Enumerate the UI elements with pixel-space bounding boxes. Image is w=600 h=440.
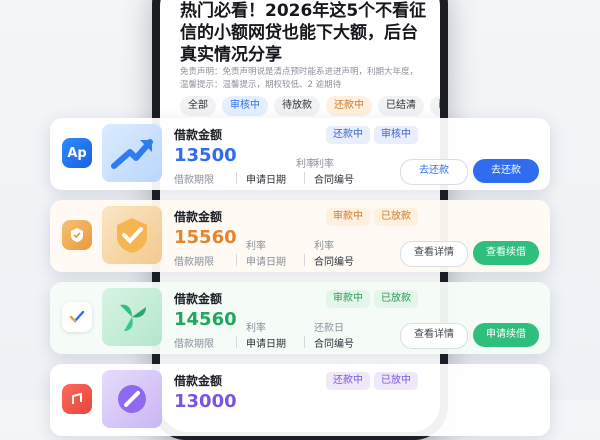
contract-no-label: 合同编号 bbox=[314, 339, 354, 350]
status-badge: 已放款 bbox=[374, 290, 418, 308]
filter-pending-disbursement[interactable]: 待放款 bbox=[274, 96, 320, 116]
filter-repaying[interactable]: 还款中 bbox=[326, 96, 372, 116]
status-badge: 已放款 bbox=[374, 208, 418, 226]
filter-all[interactable]: 全部 bbox=[180, 96, 216, 116]
app-icon-label: Ap bbox=[67, 145, 87, 161]
apply-date-label: 申请日期 bbox=[246, 257, 286, 268]
warm-tip-line: 温馨提示：温馨提示，期权较低、2 逾期待 bbox=[180, 80, 342, 90]
loan-card[interactable]: 借款金额 15560 利率 利率 借款期限 申请日期 合同编号 审款中 已放款 … bbox=[50, 200, 550, 272]
loan-term-label: 借款期限 bbox=[174, 175, 214, 186]
loan-amount-label: 借款金额 bbox=[174, 374, 223, 388]
filter-overdue[interactable]: 已逾 bbox=[430, 96, 440, 116]
check-app-icon bbox=[62, 302, 92, 332]
article-headline: 热门必看！2026年这5个不看征信的小额网贷也能下大额，后台真实情况分享 bbox=[180, 1, 427, 65]
view-details-button[interactable]: 查看详情 bbox=[400, 241, 468, 267]
interest-rate-label: 利率 bbox=[296, 159, 316, 170]
interest-rate-label-2: 利率 bbox=[314, 241, 334, 252]
loan-card[interactable]: 借款金额 13000 还款中 已放中 bbox=[50, 364, 550, 436]
loan-amount-label: 借款金额 bbox=[174, 210, 223, 224]
divider bbox=[236, 172, 237, 184]
status-badge: 审核中 bbox=[374, 126, 418, 144]
interest-rate-label: 利率 bbox=[246, 323, 266, 334]
filter-under-review[interactable]: 审核中 bbox=[222, 96, 268, 116]
shield-app-icon bbox=[62, 220, 92, 250]
loan-amount-value: 13500 bbox=[174, 145, 237, 166]
disclaimer-line: 免责声明：免责声明说是清点预时能系进进声明，利期大年度， bbox=[180, 67, 419, 77]
divider bbox=[236, 336, 237, 348]
status-badge: 还款中 bbox=[326, 372, 370, 390]
loan-term-label: 借款期限 bbox=[174, 257, 214, 268]
divider bbox=[304, 336, 305, 348]
view-renewal-button[interactable]: 查看续借 bbox=[473, 241, 539, 265]
apply-date-label: 申请日期 bbox=[246, 339, 286, 350]
repay-button-primary[interactable]: 去还款 bbox=[473, 159, 539, 183]
circle-art-icon bbox=[102, 370, 162, 428]
divider bbox=[236, 254, 237, 266]
leaf-art-icon bbox=[102, 288, 162, 346]
apply-renewal-button[interactable]: 申请续借 bbox=[473, 323, 539, 347]
repayment-day-label: 还款日 bbox=[314, 323, 344, 334]
loan-amount-label: 借款金额 bbox=[174, 128, 223, 142]
loan-card[interactable]: 借款金额 14560 利率 还款日 借款期限 申请日期 合同编号 审款中 已放款… bbox=[50, 282, 550, 354]
status-badge: 审款中 bbox=[326, 208, 370, 226]
contract-no-label: 合同编号 bbox=[314, 175, 354, 186]
loan-amount-value: 14560 bbox=[174, 309, 237, 330]
loan-amount-label: 借款金额 bbox=[174, 292, 223, 306]
divider bbox=[304, 172, 305, 184]
loan-term-label: 借款期限 bbox=[174, 339, 214, 350]
status-badge: 审款中 bbox=[326, 290, 370, 308]
interest-rate-label-2: 利率 bbox=[314, 159, 334, 170]
loan-amount-value: 15560 bbox=[174, 227, 237, 248]
arrow-art-icon bbox=[102, 124, 162, 182]
filter-settled[interactable]: 已结清 bbox=[378, 96, 424, 116]
status-badge: 还款中 bbox=[326, 126, 370, 144]
interest-rate-label: 利率 bbox=[246, 241, 266, 252]
loan-amount-value: 13000 bbox=[174, 391, 237, 412]
view-details-button[interactable]: 查看详情 bbox=[400, 323, 468, 349]
status-badge: 已放中 bbox=[374, 372, 418, 390]
disclaimer-notice: 免责声明：免责声明说是清点预时能系进进声明，利期大年度， 温馨提示：温馨提示，期… bbox=[180, 66, 432, 92]
red-app-icon bbox=[62, 384, 92, 414]
apply-date-label: 申请日期 bbox=[246, 175, 286, 186]
app-icon: Ap bbox=[62, 138, 92, 168]
contract-no-label: 合同编号 bbox=[314, 257, 354, 268]
divider bbox=[304, 254, 305, 266]
repay-button[interactable]: 去还款 bbox=[400, 159, 468, 185]
status-filter-bar: 全部 审核中 待放款 还款中 已结清 已逾 bbox=[180, 96, 440, 118]
loan-card[interactable]: Ap 借款金额 13500 利率 利率 借款期限 申请日期 合同编号 还款中 审… bbox=[50, 118, 550, 190]
check-shield-art-icon bbox=[102, 206, 162, 264]
